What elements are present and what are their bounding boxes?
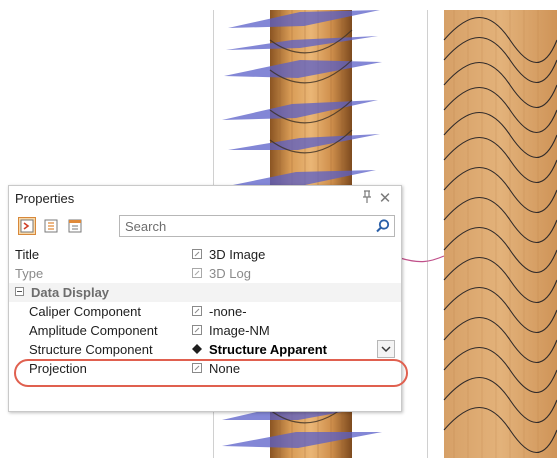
property-row-type[interactable]: Type 3D Log [9, 264, 401, 283]
property-value: Structure Apparent [209, 342, 327, 357]
diamond-icon [192, 344, 202, 354]
close-icon[interactable]: ✕ [378, 189, 392, 207]
category-name: Data Display [31, 285, 110, 300]
category-data-display[interactable]: Data Display [9, 283, 401, 302]
search-box[interactable] [119, 215, 395, 237]
highlight-annotation [14, 359, 408, 387]
panel-titlebar: Properties ✕ [9, 186, 401, 211]
property-row-amplitude-component[interactable]: Amplitude Component Image-NM [9, 321, 401, 340]
property-name: Caliper Component [29, 304, 142, 319]
search-icon[interactable] [375, 218, 391, 234]
pin-icon[interactable] [360, 190, 374, 206]
property-name: Title [15, 247, 40, 262]
value-dropdown-button[interactable] [377, 340, 395, 358]
collapse-icon[interactable] [15, 287, 24, 296]
property-editor-icon [192, 325, 202, 335]
property-editor-icon [192, 268, 202, 278]
property-name: Structure Component [29, 342, 153, 357]
property-name: Type [15, 266, 44, 281]
property-name: Amplitude Component [29, 323, 158, 338]
property-pages-icon [68, 219, 82, 233]
property-value: 3D Log [209, 266, 251, 281]
alphabetical-view-icon [44, 219, 58, 233]
panel-title: Properties [15, 191, 75, 206]
properties-toolbar [9, 211, 401, 241]
chevron-down-icon [381, 346, 391, 353]
property-row-structure-component[interactable]: Structure Component Structure Apparent [9, 340, 401, 359]
property-editor-icon [192, 249, 202, 259]
categorized-view-icon [20, 219, 34, 233]
categorized-view-button[interactable] [18, 217, 36, 235]
property-pages-button[interactable] [66, 217, 84, 235]
property-value: Image-NM [209, 323, 270, 338]
search-input[interactable] [125, 217, 365, 235]
property-editor-icon [192, 306, 202, 316]
property-row-title[interactable]: Title 3D Image [9, 245, 401, 264]
property-value: 3D Image [209, 247, 266, 262]
alphabetical-view-button[interactable] [42, 217, 60, 235]
property-value: -none- [209, 304, 247, 319]
property-row-caliper-component[interactable]: Caliper Component -none- [9, 302, 401, 321]
